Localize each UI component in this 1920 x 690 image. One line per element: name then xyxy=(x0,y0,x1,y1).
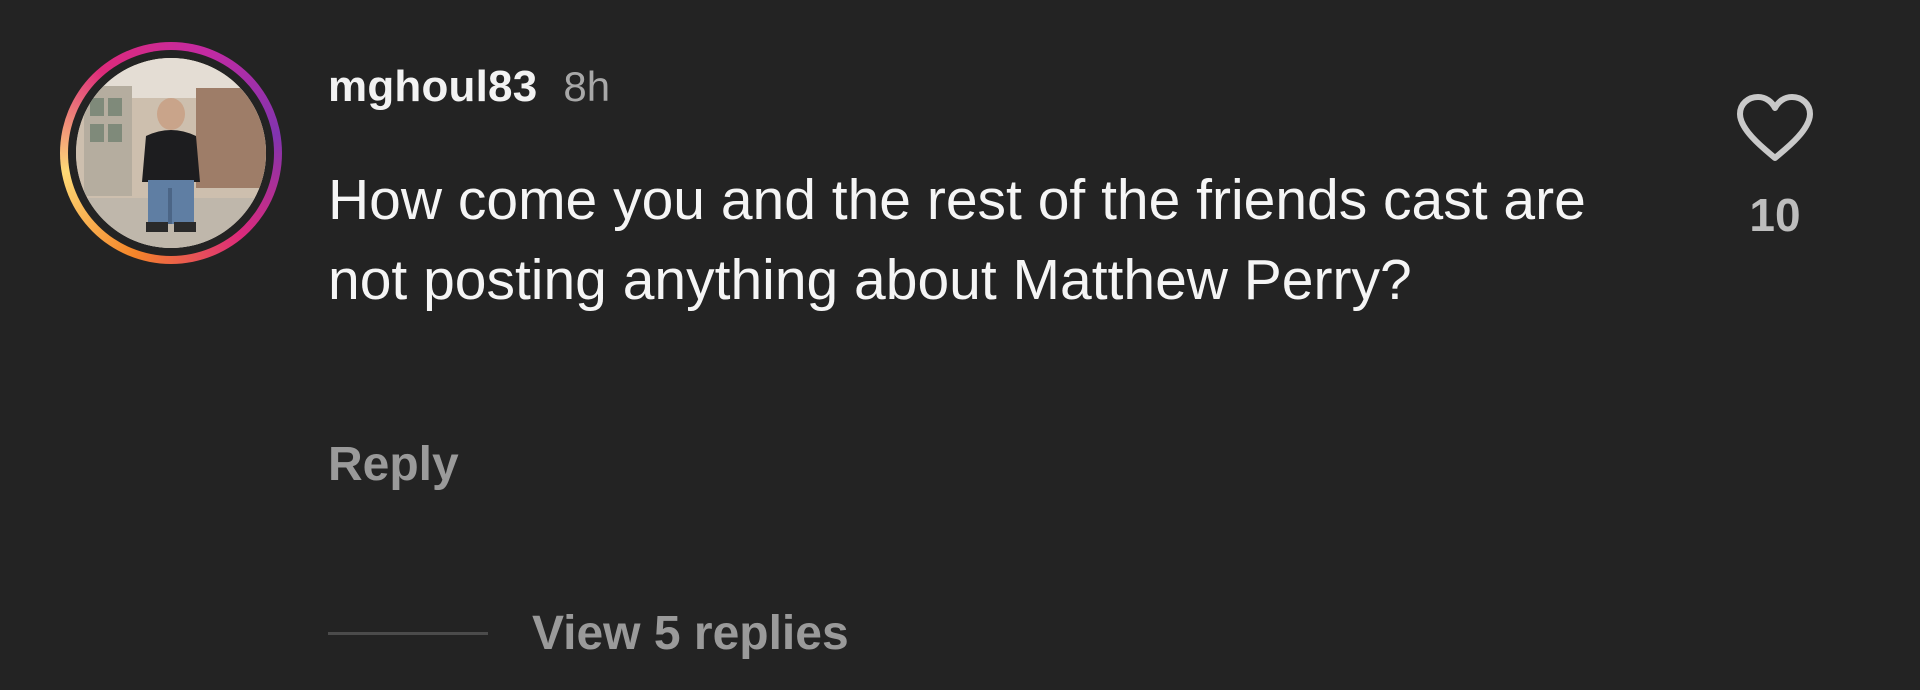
reply-button[interactable]: Reply xyxy=(328,437,459,492)
like-count: 10 xyxy=(1749,189,1801,241)
username-link[interactable]: mghoul83 xyxy=(328,62,537,112)
avatar-photo-icon xyxy=(76,58,266,248)
comment-item: mghoul83 8h How come you and the rest of… xyxy=(0,0,1920,690)
comment-text: How come you and the rest of the friends… xyxy=(328,168,1586,312)
heart-icon[interactable] xyxy=(1734,92,1816,164)
avatar[interactable] xyxy=(76,58,266,248)
comment-header: mghoul83 8h xyxy=(328,62,610,118)
replies-divider xyxy=(328,632,488,635)
comment-timestamp: 8h xyxy=(563,63,611,110)
view-replies-button[interactable]: View 5 replies xyxy=(328,606,849,661)
story-ring[interactable] xyxy=(60,42,282,264)
view-replies-label[interactable]: View 5 replies xyxy=(532,606,849,661)
like-section: 10 xyxy=(1730,92,1820,242)
